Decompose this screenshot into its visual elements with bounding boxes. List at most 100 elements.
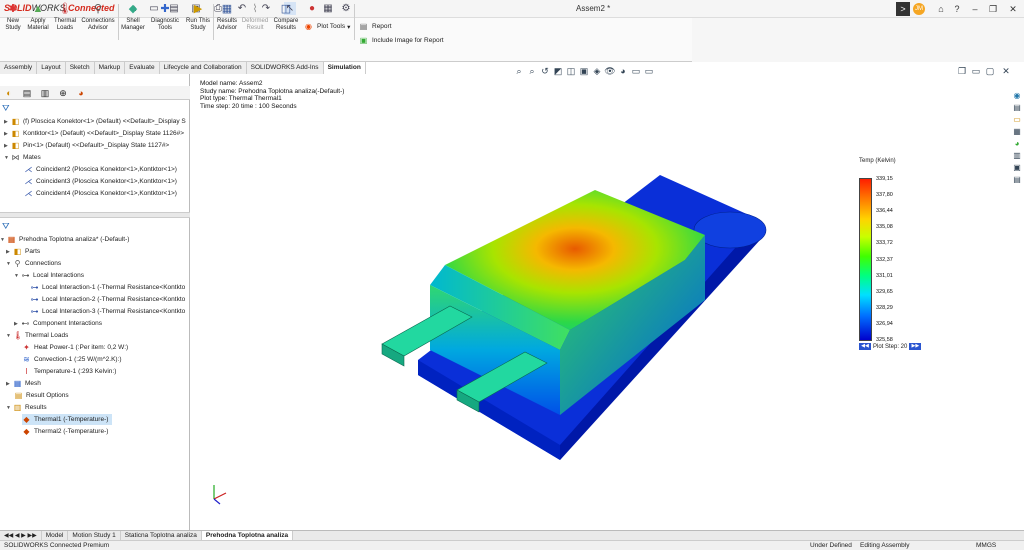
design-library-icon[interactable]: ▤ (1012, 102, 1023, 113)
display-manager-icon[interactable]: ◕ (72, 86, 90, 100)
maximize-pane-icon[interactable]: ▢ (984, 65, 996, 77)
thermal-loads-button[interactable]: 🌡 Thermal Loads (53, 2, 77, 44)
restore-icon[interactable]: ❐ (986, 2, 1000, 16)
tree-item[interactable]: ▶ ◧ Parts (6, 246, 40, 257)
tree-item[interactable]: ▼ ⊶ Local Interactions (14, 270, 84, 281)
tree-item[interactable]: ✦ Heat Power-1 (:Per item: 0,2 W:) (22, 342, 128, 353)
property-manager-icon[interactable]: ▤ (18, 86, 36, 100)
recovery-icon[interactable]: ▤ (1012, 174, 1023, 185)
tree-item[interactable]: ▼ ⚲ Connections (6, 258, 61, 269)
configuration-manager-icon[interactable]: ▥ (36, 86, 54, 100)
hide-show-icon[interactable]: 👁 (604, 65, 616, 77)
options-gear-icon[interactable]: ⚙ (340, 2, 352, 15)
next-step-button[interactable]: ▶▶ (909, 343, 922, 350)
tree-item[interactable]: ≋ Convection-1 (:25 W/(m^2.K):) (22, 354, 121, 365)
tree-item[interactable]: ▶ ◧ Kontktor<1> (Default) <<Default>_Displ… (4, 128, 184, 139)
legend-color-bar[interactable] (859, 178, 872, 341)
tree-item[interactable]: ▶ ◧ Pin<1> (Default) <<Default>_Display St… (4, 140, 169, 151)
diagnostic-tools-button[interactable]: ✚ Diagnostic Tools (149, 2, 181, 44)
zoom-to-fit-icon[interactable]: ⌕ (513, 65, 525, 77)
custom-properties-icon[interactable]: ▥ (1012, 150, 1023, 161)
tree-item[interactable]: ⋌ Coincident3 (Ploscica Konektor<1>,Kontk… (24, 176, 177, 187)
tab-sketch[interactable]: Sketch (65, 62, 95, 74)
tile-pane-icon[interactable]: ▭ (970, 65, 982, 77)
connections-advisor-button[interactable]: ⚲ Connections Advisor (80, 2, 116, 44)
tab-layout[interactable]: Layout (37, 62, 66, 74)
plot-tools-button[interactable]: ◉ Plot Tools ▾ (303, 21, 350, 32)
view-orientation-icon[interactable]: ▣ (578, 65, 590, 77)
shell-manager-button[interactable]: ◆ Shell Manager (120, 2, 146, 44)
tab-static-study[interactable]: Staticna Toplotna analiza (121, 530, 202, 541)
task-pane-tabs: ◉ ▤ ▭ ▦ ◕ ▥ ▣ ▤ (1010, 90, 1024, 190)
apply-scene-icon[interactable]: ▭ (630, 65, 642, 77)
feature-manager-icon[interactable]: ◐ (0, 86, 18, 100)
tree-item[interactable]: ▼ ▥ Results (6, 402, 47, 413)
results-advisor-button[interactable]: ▦ Results Advisor (214, 2, 240, 44)
new-study-button[interactable]: ✱ New Study (3, 2, 23, 44)
home-dropdown-icon[interactable]: ⌂ (934, 2, 948, 16)
panel-splitter[interactable] (0, 212, 190, 218)
tab-lifecycle[interactable]: Lifecycle and Collaboration (159, 62, 247, 74)
deformed-result-button[interactable]: ⌇ Deformed Result (241, 2, 269, 44)
tab-model[interactable]: Model (42, 530, 69, 541)
view-palette-icon[interactable]: ▦ (1012, 126, 1023, 137)
zoom-to-area-icon[interactable]: ⌕ (526, 65, 538, 77)
tree-item[interactable]: ◆ Thermal1 (-Temperature-) (22, 414, 113, 425)
tree-item[interactable]: ⊶ Local Interaction-2 (-Thermal Resistanc… (30, 294, 188, 305)
command-prompt-icon[interactable]: > (896, 2, 910, 16)
tree-item[interactable]: ▶ ▦ Mesh (6, 378, 41, 389)
edit-appearance-icon[interactable]: ◕ (617, 65, 629, 77)
tree-item[interactable]: ▼ ▦ Prehodna Toplotna analiza* (-Default-) (0, 234, 129, 245)
filter-icon[interactable]: ⛛ (2, 221, 188, 232)
tree-item[interactable]: ⊶ Local Interaction-1 (-Thermal Resistanc… (30, 282, 188, 293)
section-view-icon[interactable]: ◩ (552, 65, 564, 77)
file-properties-icon[interactable]: ▦ (322, 2, 334, 15)
tree-item[interactable]: ⋌ Coincident4 (Ploscica Konektor<1>,Kontk… (24, 188, 177, 199)
restore-pane-icon[interactable]: ❐ (956, 65, 968, 77)
tab-motion-study[interactable]: Motion Study 1 (68, 530, 121, 541)
tab-evaluate[interactable]: Evaluate (125, 62, 160, 74)
previous-step-button[interactable]: ◀◀ (859, 343, 871, 350)
report-button[interactable]: ▤ Report (358, 21, 392, 32)
appearances-icon[interactable]: ◕ (1012, 138, 1023, 149)
tab-markup[interactable]: Markup (94, 62, 126, 74)
solidworks-resources-icon[interactable]: ◉ (1012, 90, 1023, 101)
tree-item[interactable]: ǀ Temperature-1 (:293 Kelvin:) (22, 366, 116, 377)
tab-simulation[interactable]: Simulation (323, 62, 366, 74)
display-style-icon[interactable]: ◈ (591, 65, 603, 77)
file-explorer-icon[interactable]: ▭ (1012, 114, 1023, 125)
tree-item[interactable]: ▶ ◧ (f) Ploscica Konektor<1> (Default) <<D… (4, 116, 186, 127)
include-image-button[interactable]: ▣ Include Image for Report (358, 35, 444, 46)
tree-item[interactable]: ⋌ Coincident2 (Ploscica Konektor<1>,Kontk… (24, 164, 177, 175)
tree-item[interactable]: ▶ ⊷ Component Interactions (14, 318, 102, 329)
run-this-study-button[interactable]: ▶ Run This Study (184, 2, 212, 44)
tab-assembly[interactable]: Assembly (0, 62, 38, 74)
tab-transient-study[interactable]: Prehodna Toplotna analiza (201, 530, 294, 541)
dimxpert-icon[interactable]: ⊕ (54, 86, 72, 100)
solidworks-forum-icon[interactable]: ▣ (1012, 162, 1023, 173)
tab-add-ins[interactable]: SOLIDWORKS Add-Ins (246, 62, 324, 74)
part-icon: ◧ (11, 129, 20, 138)
user-avatar[interactable]: JM (913, 3, 925, 15)
new-study-icon: ✱ (8, 3, 18, 15)
tree-item[interactable]: ◆ Thermal2 (-Temperature-) (22, 426, 108, 437)
filter-icon[interactable]: ⛛ (2, 103, 188, 114)
tree-item[interactable]: ▼ ⋈ Mates (4, 152, 41, 163)
previous-view-icon[interactable]: ↺ (539, 65, 551, 77)
thermal-model-render[interactable] (360, 160, 820, 470)
heads-up-toolbar: ⌕ ⌕ ↺ ◩ ◫ ▣ ◈ 👁 ◕ ▭ ▭ (513, 65, 655, 77)
dynamic-annotation-icon[interactable]: ◫ (565, 65, 577, 77)
help-icon[interactable]: ? (950, 2, 964, 16)
view-settings-icon[interactable]: ▭ (643, 65, 655, 77)
rebuild-icon[interactable]: ● (306, 2, 318, 15)
compare-results-button[interactable]: ◫ Compare Results (272, 2, 300, 44)
apply-material-button[interactable]: ▲ Apply Material (26, 2, 50, 44)
tree-item[interactable]: ▼ 🌡 Thermal Loads (6, 330, 68, 341)
command-manager-tabs: Assembly Layout Sketch Markup Evaluate L… (0, 62, 366, 74)
close-icon[interactable]: ✕ (1006, 2, 1020, 16)
tree-item[interactable]: ⊶ Local Interaction-3 (-Thermal Resistanc… (30, 306, 188, 317)
close-pane-icon[interactable]: ✕ (1000, 65, 1012, 77)
tab-nav-arrows[interactable]: ◀◀ ◀ ▶ ▶▶ (0, 530, 42, 541)
minimize-icon[interactable]: – (968, 2, 982, 16)
tree-item[interactable]: ▤ Result Options (14, 390, 69, 401)
